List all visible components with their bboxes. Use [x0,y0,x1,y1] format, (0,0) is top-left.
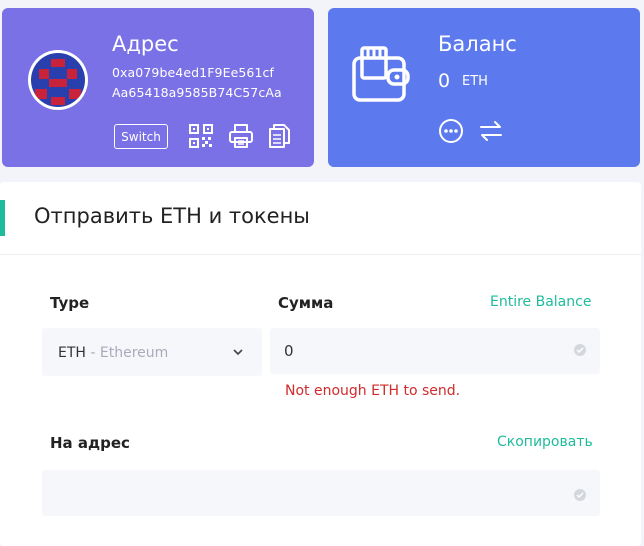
copy-address-link[interactable]: Скопировать [497,434,593,450]
printer-icon[interactable] [228,123,254,149]
type-label: Type [50,294,90,312]
check-circle-icon [574,489,586,501]
balance-unit: ETH [462,74,488,89]
entire-balance-link[interactable]: Entire Balance [490,294,591,310]
swap-icon[interactable] [478,118,504,144]
send-panel: Отправить ETH и токены Type Сумма Entire… [0,182,641,546]
amount-value: 0 [284,342,294,360]
type-value: ETH [58,345,86,361]
balance-card: Баланс 0 ETH [328,8,640,167]
to-address-input[interactable] [42,470,600,516]
copy-icon[interactable] [266,123,292,149]
chevron-down-icon [233,349,243,356]
balance-title: Баланс [438,32,517,56]
amount-label: Сумма [278,294,334,312]
wallet-icon [352,46,410,102]
to-address-label: На адрес [50,434,130,452]
address-title: Адрес [112,32,179,56]
title-accent-bar [0,200,5,236]
identicon-avatar [28,50,88,110]
address-line-1: 0xa079be4ed1F9Ee561cf [112,65,274,80]
switch-button[interactable]: Switch [114,124,168,149]
qr-code-icon[interactable] [188,123,214,149]
divider [0,254,641,255]
more-icon[interactable] [438,118,464,144]
send-panel-title: Отправить ETH и токены [34,204,310,228]
type-select[interactable]: ETH - Ethereum [42,328,262,376]
type-sub: - Ethereum [85,345,169,361]
amount-input[interactable]: 0 [270,328,600,374]
balance-value: 0 [438,70,451,92]
check-circle-icon [574,344,586,356]
address-line-2: Aa65418a9585B74C57cAa [112,85,282,100]
amount-error: Not enough ETH to send. [285,383,461,399]
address-card: Адрес 0xa079be4ed1F9Ee561cf Aa65418a9585… [2,8,314,167]
